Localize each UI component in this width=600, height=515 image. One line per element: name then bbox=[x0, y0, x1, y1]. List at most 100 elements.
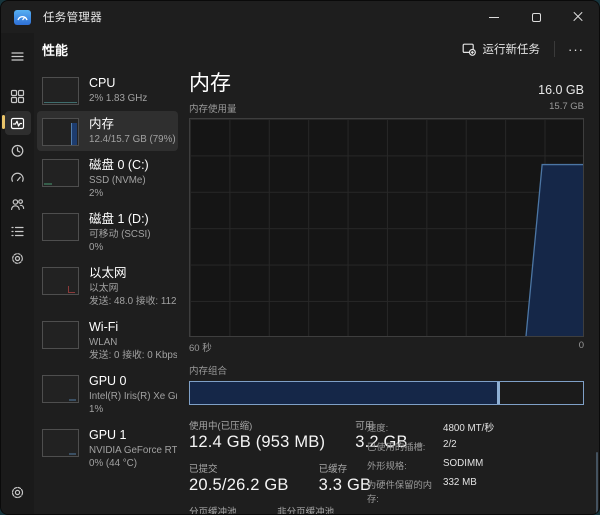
stat-value: 3.3 GB bbox=[319, 476, 372, 495]
sidebar-item[interactable]: GPU 0 Intel(R) Iris(R) Xe Grap1% bbox=[37, 368, 178, 421]
sidebar-item-subline: 2% bbox=[89, 187, 149, 200]
sidebar-item-subline: 发送: 48.0 接收: 112 K bbox=[89, 295, 177, 308]
nav-item-settings[interactable] bbox=[1, 479, 34, 505]
sidebar-item-title: 以太网 bbox=[89, 265, 177, 282]
performance-sidebar: CPU 2% 1.83 GHz 内存 12.4/15.7 GB (79%) 磁盘… bbox=[37, 70, 178, 476]
stat-label: 已缓存 bbox=[319, 461, 372, 475]
info-row: 外形规格: SODIMM bbox=[367, 458, 584, 472]
sidebar-item[interactable]: 内存 12.4/15.7 GB (79%) bbox=[37, 111, 178, 151]
page-header: 性能 运行新任务 ··· bbox=[34, 33, 599, 65]
sidebar-item-title: CPU bbox=[89, 75, 147, 92]
sidebar-item-text: CPU 2% 1.83 GHz bbox=[89, 75, 147, 105]
sidebar-item[interactable]: 磁盘 0 (C:) SSD (NVMe)2% bbox=[37, 152, 178, 205]
nav-item-app-history[interactable] bbox=[1, 137, 34, 163]
mini-chart bbox=[42, 321, 79, 349]
sidebar-item-sublines: 2% 1.83 GHz bbox=[89, 92, 147, 105]
sidebar-item-subline: 0% (44 °C) bbox=[89, 457, 177, 470]
sidebar-item-subline: 12.4/15.7 GB (79%) bbox=[89, 133, 176, 146]
sidebar-item-text: 内存 12.4/15.7 GB (79%) bbox=[89, 116, 176, 146]
details-icon bbox=[5, 219, 31, 243]
stat-label: 已提交 bbox=[189, 461, 289, 475]
sidebar-item-subline: 0% bbox=[89, 241, 151, 254]
memory-stats: 使用中(已压缩) 12.4 GB (953 MB) 可用 3.2 GB 已提交 … bbox=[189, 418, 584, 515]
run-new-task-button[interactable]: 运行新任务 bbox=[452, 36, 551, 62]
sidebar-item-sublines: 以太网发送: 48.0 接收: 112 K bbox=[89, 282, 177, 308]
stat-label: 分页缓冲池 bbox=[189, 504, 247, 515]
users-icon bbox=[5, 192, 31, 216]
nav-item-startup-apps[interactable] bbox=[1, 164, 34, 190]
total-memory: 16.0 GB bbox=[538, 83, 584, 97]
more-options-button[interactable]: ··· bbox=[559, 38, 593, 61]
sidebar-item[interactable]: 磁盘 1 (D:) 可移动 (SCSI)0% bbox=[37, 206, 178, 259]
nav-item-details[interactable] bbox=[1, 218, 34, 244]
info-value: 4800 MT/秒 bbox=[443, 420, 494, 434]
sidebar-item-sublines: 可移动 (SCSI)0% bbox=[89, 228, 151, 254]
sidebar-item-text: 磁盘 1 (D:) 可移动 (SCSI)0% bbox=[89, 211, 151, 254]
nav-item-services[interactable] bbox=[1, 245, 34, 271]
memory-usage-chart[interactable] bbox=[189, 118, 584, 337]
info-label: 为硬件保留的内存: bbox=[367, 477, 443, 505]
info-value: SODIMM bbox=[443, 458, 483, 472]
sidebar-item-title: 磁盘 1 (D:) bbox=[89, 211, 151, 228]
close-button[interactable] bbox=[557, 1, 599, 33]
usage-chart-max: 15.7 GB bbox=[549, 101, 584, 115]
nav-item-performance[interactable] bbox=[1, 110, 34, 136]
sidebar-item-title: Wi-Fi bbox=[89, 319, 177, 336]
sidebar-item[interactable]: CPU 2% 1.83 GHz bbox=[37, 70, 178, 110]
sidebar-item-subline: WLAN bbox=[89, 336, 177, 349]
stat-value: 20.5/26.2 GB bbox=[189, 476, 289, 495]
sidebar-item[interactable]: GPU 1 NVIDIA GeForce RTX0% (44 °C) bbox=[37, 422, 178, 475]
sidebar-item-subline: 2% 1.83 GHz bbox=[89, 92, 147, 105]
app-icon bbox=[14, 10, 31, 25]
sidebar-item-title: GPU 0 bbox=[89, 373, 177, 390]
mini-chart bbox=[42, 429, 79, 457]
sidebar-item-text: Wi-Fi WLAN发送: 0 接收: 0 Kbps bbox=[89, 319, 177, 362]
menu-icon[interactable] bbox=[1, 43, 34, 69]
axis-right-label: 0 bbox=[579, 340, 584, 354]
mini-chart bbox=[42, 267, 79, 295]
sidebar-item-sublines: 12.4/15.7 GB (79%) bbox=[89, 133, 176, 146]
nav-rail bbox=[1, 33, 34, 514]
info-row: 速度: 4800 MT/秒 bbox=[367, 420, 584, 434]
panel-title: 内存 bbox=[189, 67, 231, 97]
mini-chart bbox=[42, 159, 79, 187]
sidebar-item-subline: Intel(R) Iris(R) Xe Grap bbox=[89, 390, 177, 403]
maximize-button[interactable] bbox=[515, 1, 557, 33]
nav-item-processes[interactable] bbox=[1, 83, 34, 109]
stat-label: 非分页缓冲池 bbox=[277, 504, 335, 515]
info-label: 速度: bbox=[367, 420, 443, 434]
tab-performance[interactable]: 性能 bbox=[42, 40, 68, 59]
app-history-icon bbox=[5, 138, 31, 162]
run-new-task-label: 运行新任务 bbox=[483, 41, 541, 57]
stat-pair: 非分页缓冲池 706 MB bbox=[277, 504, 335, 515]
task-manager-window: 任务管理器 bbox=[0, 0, 600, 515]
memory-composition-bar[interactable] bbox=[189, 381, 584, 405]
axis-left-label: 60 秒 bbox=[189, 340, 212, 354]
new-task-icon bbox=[462, 42, 476, 56]
sidebar-item-subline: 发送: 0 接收: 0 Kbps bbox=[89, 349, 177, 362]
usage-chart-label: 内存使用量 bbox=[189, 101, 237, 115]
stat-pair: 使用中(已压缩) 12.4 GB (953 MB) bbox=[189, 418, 325, 452]
sidebar-item[interactable]: 以太网 以太网发送: 48.0 接收: 112 K bbox=[37, 260, 178, 313]
sidebar-item-title: GPU 1 bbox=[89, 427, 177, 444]
sidebar-item[interactable]: Wi-Fi WLAN发送: 0 接收: 0 Kbps bbox=[37, 314, 178, 367]
minimize-button[interactable] bbox=[473, 1, 515, 33]
info-row: 为硬件保留的内存: 332 MB bbox=[367, 477, 584, 505]
sidebar-item-text: 磁盘 0 (C:) SSD (NVMe)2% bbox=[89, 157, 149, 200]
sidebar-item-sublines: WLAN发送: 0 接收: 0 Kbps bbox=[89, 336, 177, 362]
sidebar-item-text: 以太网 以太网发送: 48.0 接收: 112 K bbox=[89, 265, 177, 308]
sidebar-item-sublines: SSD (NVMe)2% bbox=[89, 174, 149, 200]
sidebar-item-text: GPU 1 NVIDIA GeForce RTX0% (44 °C) bbox=[89, 427, 177, 470]
sidebar-item-sublines: Intel(R) Iris(R) Xe Grap1% bbox=[89, 390, 177, 416]
composition-label: 内存组合 bbox=[189, 363, 584, 377]
stat-pair: 已缓存 3.3 GB bbox=[319, 461, 372, 495]
window-title: 任务管理器 bbox=[43, 9, 102, 25]
startup-apps-icon bbox=[5, 165, 31, 189]
scrollbar[interactable] bbox=[596, 452, 598, 514]
settings-icon bbox=[5, 480, 31, 504]
sidebar-item-subline: NVIDIA GeForce RTX bbox=[89, 444, 177, 457]
info-row: 已使用的插槽: 2/2 bbox=[367, 439, 584, 453]
sidebar-item-title: 磁盘 0 (C:) bbox=[89, 157, 149, 174]
nav-item-users[interactable] bbox=[1, 191, 34, 217]
performance-icon bbox=[5, 111, 31, 135]
